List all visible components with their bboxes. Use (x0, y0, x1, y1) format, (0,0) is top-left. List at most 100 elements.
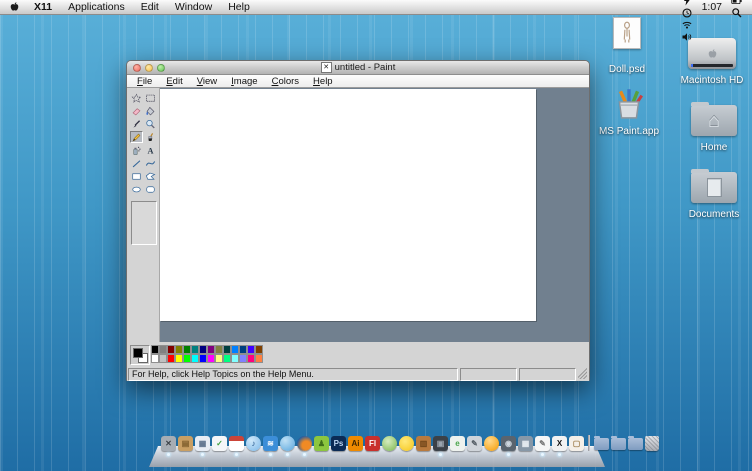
palette-color-ff0080[interactable] (247, 354, 255, 363)
desktop-icon-ms-paint-app[interactable]: MS Paint.app (593, 84, 665, 137)
dock-stack-folder-2[interactable] (611, 436, 626, 450)
palette-color-4000ff[interactable] (247, 345, 255, 354)
dock-orange-ball-icon[interactable] (484, 436, 499, 451)
paint-menu-colors[interactable]: Colors (265, 76, 306, 87)
dock-photoshop-icon[interactable]: Ps (331, 436, 346, 451)
dock-pictures-icon[interactable]: ▦ (518, 436, 533, 451)
palette-color-00ff80[interactable] (223, 354, 231, 363)
desktop-icon-doll-psd[interactable]: Doll.psd (591, 15, 663, 75)
dock-rubber-duck-icon[interactable] (399, 436, 414, 451)
menubar-item-window[interactable]: Window (167, 1, 220, 13)
tool-airbrush-icon[interactable] (130, 144, 143, 156)
resize-grip[interactable] (578, 368, 587, 379)
palette-color-004080[interactable] (239, 345, 247, 354)
volume-icon[interactable] (681, 31, 693, 43)
palette-color-008080[interactable] (191, 345, 199, 354)
dock-green-figure-icon[interactable]: ♟ (314, 436, 329, 451)
menubar-clock[interactable]: 1:07 (700, 1, 724, 13)
tool-pencil-icon[interactable] (130, 131, 143, 143)
dock-notebook-icon[interactable]: ▤ (178, 436, 193, 451)
dock-checklist-icon[interactable]: ✓ (212, 436, 227, 451)
menubar-item-help[interactable]: Help (220, 1, 258, 13)
tool-ellipse-icon[interactable] (130, 183, 143, 195)
tool-rectangle-icon[interactable] (130, 170, 143, 182)
dock-evernote-icon[interactable]: e (450, 436, 465, 451)
zoom-button[interactable] (157, 64, 165, 72)
dock-calendar-icon[interactable] (229, 436, 244, 456)
paint-menu-help[interactable]: Help (306, 76, 340, 87)
dock-grid-utility-icon[interactable]: ✕ (161, 436, 176, 456)
palette-color-ff00ff[interactable] (207, 354, 215, 363)
dock-music-icon[interactable]: ♪ (246, 436, 261, 451)
tool-free-form-select-icon[interactable] (130, 92, 143, 104)
dock-firefox-icon[interactable] (297, 436, 312, 456)
palette-color-ffff00[interactable] (175, 354, 183, 363)
palette-color-008000[interactable] (183, 345, 191, 354)
battery-bolt-icon[interactable] (681, 0, 693, 7)
palette-color-800080[interactable] (207, 345, 215, 354)
paint-canvas[interactable] (160, 89, 536, 321)
palette-color-000080[interactable] (199, 345, 207, 354)
paint-menu-image[interactable]: Image (224, 76, 264, 87)
palette-color-000000[interactable] (151, 345, 159, 354)
dock-x11-icon[interactable]: X (552, 436, 567, 456)
palette-color-ff0000[interactable] (167, 354, 175, 363)
dock-preview-icon[interactable]: ▦ (195, 436, 210, 456)
dock-flash-icon[interactable]: Fl (365, 436, 380, 451)
palette-color-0000ff[interactable] (199, 354, 207, 363)
paint-menu-view[interactable]: View (190, 76, 224, 87)
time-machine-icon[interactable] (681, 7, 693, 19)
dock-stack-folder-1[interactable] (594, 436, 609, 450)
apple-icon[interactable] (9, 1, 20, 13)
dock-blue-sphere-icon[interactable] (280, 436, 295, 456)
tool-fill-with-color-icon[interactable] (144, 105, 157, 117)
dock-crate-icon[interactable]: ▥ (416, 436, 431, 451)
menubar-item-x11[interactable]: X11 (26, 1, 60, 13)
palette-color-808000[interactable] (175, 345, 183, 354)
spotlight-icon[interactable] (731, 7, 743, 19)
tool-pick-color-icon[interactable] (130, 118, 143, 130)
tool-select-icon[interactable] (144, 92, 157, 104)
tool-text-icon[interactable]: A (144, 144, 157, 156)
dock-document-icon[interactable]: ▢ (569, 436, 584, 451)
close-button[interactable] (133, 64, 141, 72)
dock-leaf-icon[interactable] (382, 436, 397, 451)
palette-color-80ffff[interactable] (231, 354, 239, 363)
desktop[interactable]: X11 Applications Edit Window Help 1:07 Doll.… (0, 0, 752, 471)
dock-rss-icon[interactable]: ≋ (263, 436, 278, 456)
desktop-icon-documents[interactable]: Documents (678, 169, 750, 220)
desktop-icon-macintosh-hd[interactable]: Macintosh HD (676, 38, 748, 86)
palette-color-ffff80[interactable] (215, 354, 223, 363)
dock-stack-folder-3[interactable] (628, 436, 643, 450)
menubar-item-edit[interactable]: Edit (133, 1, 167, 13)
palette-color-004040[interactable] (223, 345, 231, 354)
dock-dark-photo-icon[interactable]: ▣ (433, 436, 448, 456)
dock-illustrator-icon[interactable]: Ai (348, 436, 363, 451)
palette-color-00ff00[interactable] (183, 354, 191, 363)
minimize-button[interactable] (145, 64, 153, 72)
dock-camera-icon[interactable]: ◉ (501, 436, 516, 456)
palette-color-8080ff[interactable] (239, 354, 247, 363)
palette-color-808080[interactable] (159, 345, 167, 354)
dock-textedit-icon[interactable]: ✎ (535, 436, 550, 456)
dock-trash[interactable] (645, 436, 659, 451)
tool-rounded-rectangle-icon[interactable] (144, 183, 157, 195)
desktop-icon-home[interactable]: ⌂ Home (678, 102, 750, 153)
battery-icon[interactable] (731, 0, 743, 7)
tool-polygon-icon[interactable] (144, 170, 157, 182)
paint-window[interactable]: ✕ untitled - Paint File Edit View Image Colo… (126, 60, 590, 381)
paint-menu-edit[interactable]: Edit (159, 76, 189, 87)
tool-brush-icon[interactable] (144, 131, 157, 143)
palette-color-c0c0c0[interactable] (159, 354, 167, 363)
tool-eraser-icon[interactable] (130, 105, 143, 117)
palette-color-00ffff[interactable] (191, 354, 199, 363)
dock-silver-tool-icon[interactable]: ✎ (467, 436, 482, 451)
tool-curve-icon[interactable] (144, 157, 157, 169)
tool-line-icon[interactable] (130, 157, 143, 169)
paint-menu-file[interactable]: File (130, 76, 159, 87)
palette-color-ff8040[interactable] (255, 354, 263, 363)
tool-magnifier-icon[interactable] (144, 118, 157, 130)
wifi-icon[interactable] (681, 19, 693, 31)
menubar-item-applications[interactable]: Applications (60, 1, 133, 13)
paint-titlebar[interactable]: ✕ untitled - Paint (127, 61, 589, 75)
